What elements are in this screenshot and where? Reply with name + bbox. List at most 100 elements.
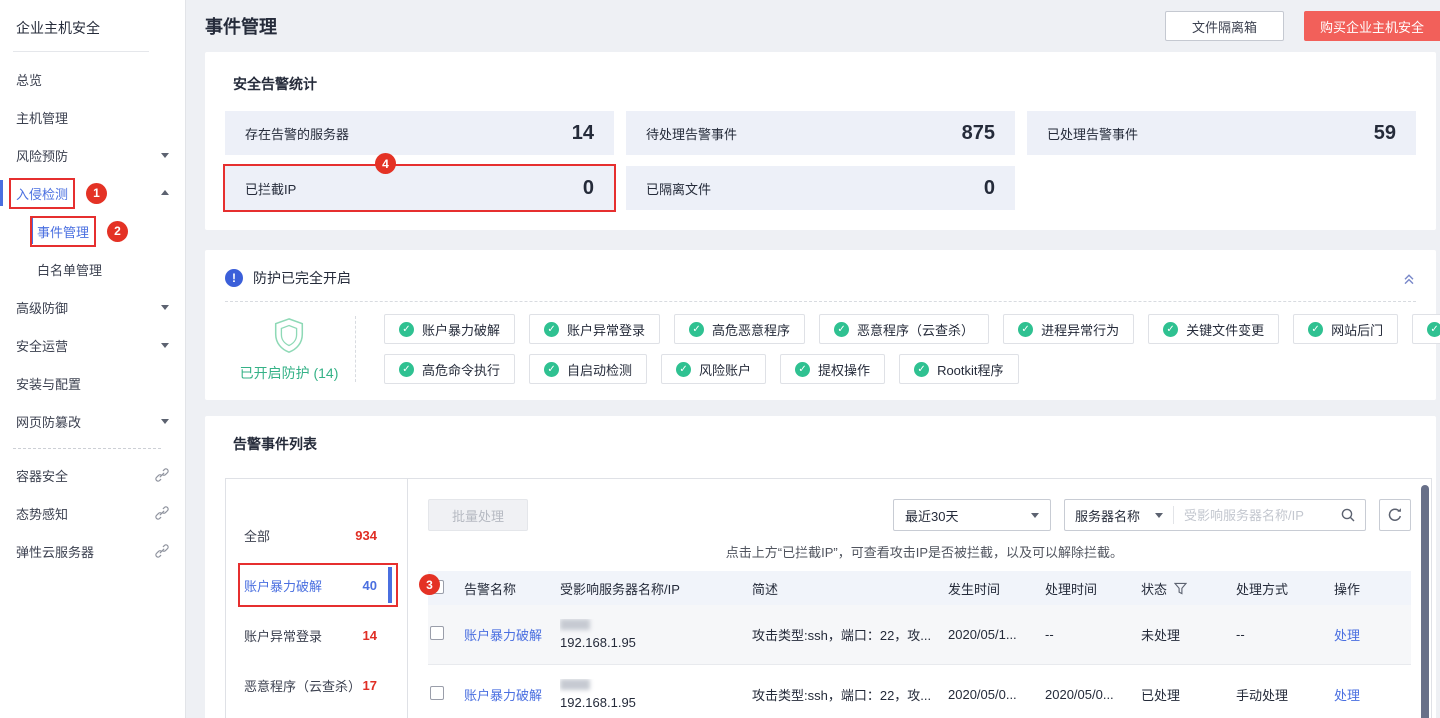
handle-link[interactable]: 处理 — [1334, 628, 1360, 643]
vertical-divider — [355, 316, 356, 382]
protection-tag: ✓ 账户异常登录 — [529, 314, 660, 344]
sidebar-item[interactable]: 风险预防 — [0, 136, 185, 174]
chevron-down-icon — [161, 343, 169, 352]
protection-tag: ✓ 高危命令执行 — [384, 354, 515, 384]
server-search-input[interactable] — [1174, 508, 1340, 523]
protection-enabled-count: (14) — [313, 365, 338, 381]
protection-tag-label: 网站后门 — [1331, 320, 1383, 339]
refresh-button[interactable] — [1379, 499, 1411, 531]
protection-tag-label: 账户异常登录 — [567, 320, 645, 339]
search-icon[interactable] — [1340, 507, 1356, 523]
sidebar: 企业主机安全 总览 主机管理 — [0, 0, 186, 718]
occurred-time: 2020/05/1... — [948, 627, 1045, 642]
protection-tag: ✓ Rootkit程序 — [899, 354, 1018, 384]
alarm-summary: 攻击类型:ssh，端口：22，攻... — [752, 685, 948, 704]
protection-tags: ✓ 账户暴力破解 ✓ 账户异常登录 ✓ 高危恶意程序 — [384, 314, 1440, 384]
sidebar-item[interactable]: 容器安全 — [0, 456, 185, 494]
protection-banner: ! 防护已完全开启 — [225, 262, 1416, 302]
app-title: 企业主机安全 — [0, 0, 185, 51]
collapse-chevrons-icon[interactable] — [1402, 272, 1416, 285]
stat-card[interactable]: 存在告警的服务器 14 — [225, 111, 614, 155]
protection-tag: ✓ 自启动检测 — [529, 354, 647, 384]
check-circle-icon: ✓ — [544, 362, 559, 377]
category-label: 账户暴力破解 — [244, 576, 322, 595]
alarm-name-link[interactable]: 账户暴力破解 — [464, 688, 542, 703]
row-checkbox[interactable] — [430, 686, 444, 700]
buy-hss-button[interactable]: 购买企业主机安全 — [1304, 11, 1440, 41]
sidebar-item[interactable]: 主机管理 — [0, 98, 185, 136]
table-body: 账户暴力破解 192.168.1.95 攻击类型:ssh，端口：22，攻... … — [428, 605, 1411, 718]
column-header-status[interactable]: 状态 — [1141, 579, 1167, 598]
table-header: 告警名称 受影响服务器名称/IP 简述 发生时间 处理时间 状态 处理方式 操作 — [428, 571, 1411, 605]
handled-time: -- — [1045, 627, 1141, 642]
protection-tag: ✓ 高危恶意程序 — [674, 314, 805, 344]
check-circle-icon: ✓ — [1018, 322, 1033, 337]
sidebar-item[interactable]: 入侵检测 1 — [0, 174, 185, 212]
stat-card[interactable]: 已拦截IP 0 4 — [225, 166, 614, 210]
category-count: 17 — [363, 678, 377, 693]
row-checkbox[interactable] — [430, 626, 444, 640]
handle-link[interactable]: 处理 — [1334, 688, 1360, 703]
table-row: 账户暴力破解 192.168.1.95 攻击类型:ssh，端口：22，攻... … — [428, 605, 1411, 665]
check-circle-icon: ✓ — [795, 362, 810, 377]
alarm-name-link[interactable]: 账户暴力破解 — [464, 628, 542, 643]
page: 企业主机安全 总览 主机管理 — [0, 0, 1440, 718]
column-header-method[interactable]: 处理方式 — [1236, 579, 1334, 598]
stat-value: 0 — [984, 177, 995, 200]
table-toolbar: 批量处理 最近30天 服务器名称 — [428, 499, 1411, 531]
header-actions: 文件隔离箱 购买企业主机安全 — [1165, 11, 1440, 41]
column-header-alarm-name[interactable]: 告警名称 — [464, 579, 560, 598]
column-header-occurred[interactable]: 发生时间 — [948, 579, 1045, 598]
stat-card[interactable]: 待处理告警事件 875 — [626, 111, 1015, 155]
alarm-category-item[interactable]: 全部 934 — [226, 510, 407, 560]
sidebar-item-label: 安全运营 — [16, 336, 68, 355]
file-quarantine-button[interactable]: 文件隔离箱 — [1165, 11, 1284, 41]
annotation-badge: 3 — [419, 574, 440, 595]
filter-icon[interactable] — [1174, 582, 1187, 595]
sidebar-item[interactable]: 总览 — [0, 60, 185, 98]
search-type-select[interactable]: 服务器名称 — [1065, 506, 1173, 525]
events-container: 全部 934 账户暴力破解 40 3 — [225, 478, 1432, 718]
sidebar-item[interactable]: 安全运营 — [0, 326, 185, 364]
alarm-category-item[interactable]: 恶意程序（云查杀） 17 — [226, 660, 407, 710]
chevron-down-icon — [1031, 513, 1039, 522]
sidebar-item-label: 态势感知 — [16, 504, 68, 523]
page-title: 事件管理 — [205, 13, 277, 39]
column-header-handled[interactable]: 处理时间 — [1045, 579, 1141, 598]
stat-card[interactable]: 已处理告警事件 59 — [1027, 111, 1416, 155]
protection-tag-label: 恶意程序（云查杀） — [857, 320, 974, 339]
protection-tag: ✓ 提权操作 — [780, 354, 885, 384]
toolbar-filters: 最近30天 服务器名称 — [893, 499, 1411, 531]
batch-process-button[interactable]: 批量处理 — [428, 499, 528, 531]
column-header-summary[interactable]: 简述 — [752, 579, 948, 598]
sidebar-item[interactable]: 安装与配置 — [0, 364, 185, 402]
status-value: 已处理 — [1141, 685, 1236, 704]
stats-section-title: 安全告警统计 — [225, 74, 1416, 94]
sidebar-item-label: 总览 — [16, 70, 42, 89]
events-table-zone: 批量处理 最近30天 服务器名称 — [408, 479, 1431, 718]
vertical-scrollbar[interactable] — [1421, 485, 1429, 718]
sidebar-item[interactable]: 白名单管理 — [0, 250, 185, 288]
sidebar-item[interactable]: 事件管理 2 — [0, 212, 185, 250]
sidebar-item[interactable]: 态势感知 — [0, 494, 185, 532]
external-link-icon — [155, 506, 169, 520]
stat-label: 待处理告警事件 — [646, 124, 737, 143]
chevron-down-icon — [161, 419, 169, 428]
check-circle-icon: ✓ — [1427, 322, 1440, 337]
external-link-icon — [155, 468, 169, 482]
column-header-server[interactable]: 受影响服务器名称/IP — [560, 579, 752, 598]
sidebar-item[interactable]: 网页防篡改 — [0, 402, 185, 440]
protection-tag: ✓ 风险账户 — [661, 354, 766, 384]
alarm-summary: 攻击类型:ssh，端口：22，攻... — [752, 625, 948, 644]
search-type-value: 服务器名称 — [1075, 506, 1140, 525]
sidebar-item[interactable]: 高级防御 — [0, 288, 185, 326]
sidebar-item[interactable]: 弹性云服务器 — [0, 532, 185, 570]
stat-card[interactable]: 已隔离文件 0 — [626, 166, 1015, 210]
category-label: 恶意程序（云查杀） — [244, 676, 361, 695]
date-range-value: 最近30天 — [905, 506, 958, 525]
column-header-action[interactable]: 操作 — [1334, 579, 1411, 598]
alarm-category-item[interactable]: 账户暴力破解 40 3 — [226, 560, 407, 610]
alarm-category-item[interactable]: 账户异常登录 14 — [226, 610, 407, 660]
date-range-select[interactable]: 最近30天 — [893, 499, 1051, 531]
sidebar-item-label: 入侵检测 — [16, 184, 68, 203]
